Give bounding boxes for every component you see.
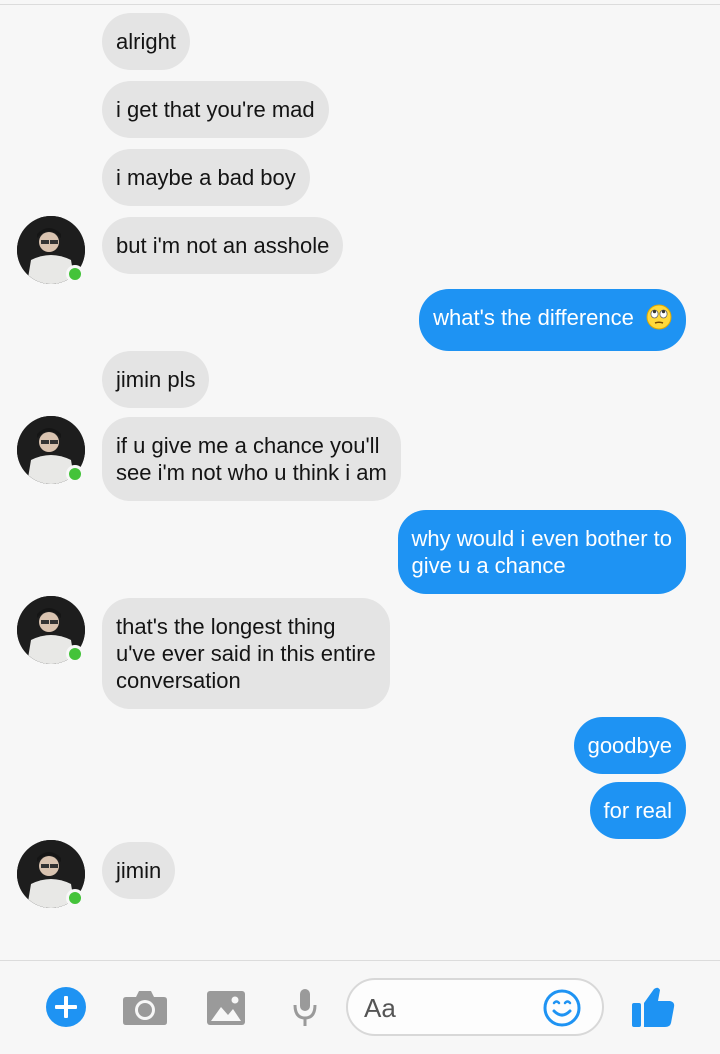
avatar[interactable] <box>17 216 85 284</box>
message-text: i get that you're mad <box>116 97 315 122</box>
message-text-line: conversation <box>116 668 241 693</box>
online-indicator <box>66 465 84 483</box>
camera-icon[interactable] <box>122 988 168 1031</box>
online-indicator <box>66 889 84 907</box>
online-indicator <box>66 645 84 663</box>
message-bubble[interactable]: goodbye <box>573 717 686 774</box>
avatar[interactable] <box>17 840 85 908</box>
message-bubble[interactable]: i get that you're mad <box>102 81 329 138</box>
message-bubble[interactable]: for real <box>589 782 686 839</box>
message-bubble[interactable]: jimin <box>102 842 176 899</box>
composer-toolbar: Aa <box>0 960 720 1054</box>
message-text-line: u've ever said in this entire <box>116 641 376 666</box>
message-text: jimin <box>116 858 162 883</box>
message-bubble[interactable]: if u give me a chance you'll see i'm not… <box>102 417 401 501</box>
message-text: but i'm not an asshole <box>116 233 330 258</box>
message-bubble[interactable]: i maybe a bad boy <box>102 149 310 206</box>
plus-icon[interactable] <box>45 986 87 1033</box>
message-text-line: see i'm not who u think i am <box>116 460 387 485</box>
message-bubble[interactable]: why would i even bother to give u a chan… <box>397 510 686 594</box>
message-text-line: why would i even bother to <box>411 526 673 551</box>
rolling-eyes-emoji-icon <box>646 304 672 336</box>
message-bubble[interactable]: but i'm not an asshole <box>102 217 344 274</box>
message-bubble[interactable]: what's the difference <box>419 289 686 351</box>
message-text: alright <box>116 29 176 54</box>
message-bubble[interactable]: alright <box>102 13 190 70</box>
message-thread[interactable]: alright i get that you're mad i maybe a … <box>0 0 720 960</box>
message-text: goodbye <box>587 733 672 758</box>
thumbs-up-icon[interactable] <box>630 985 676 1034</box>
message-bubble[interactable]: that's the longest thing u've ever said … <box>102 598 390 709</box>
message-text: jimin pls <box>116 367 196 392</box>
message-bubble[interactable]: jimin pls <box>102 351 210 408</box>
message-text-line: that's the longest thing <box>116 614 336 639</box>
image-icon[interactable] <box>206 990 246 1031</box>
avatar[interactable] <box>17 596 85 664</box>
message-input-placeholder: Aa <box>364 993 396 1023</box>
online-indicator <box>66 265 84 283</box>
message-text-line: give u a chance <box>411 553 566 578</box>
message-text: what's the difference <box>433 305 634 330</box>
message-input[interactable]: Aa <box>346 978 604 1036</box>
message-text: for real <box>603 798 672 823</box>
microphone-icon[interactable] <box>292 987 318 1034</box>
avatar[interactable] <box>17 416 85 484</box>
message-text: i maybe a bad boy <box>116 165 296 190</box>
message-text-line: if u give me a chance you'll <box>116 433 380 458</box>
emoji-icon[interactable] <box>542 988 582 1033</box>
